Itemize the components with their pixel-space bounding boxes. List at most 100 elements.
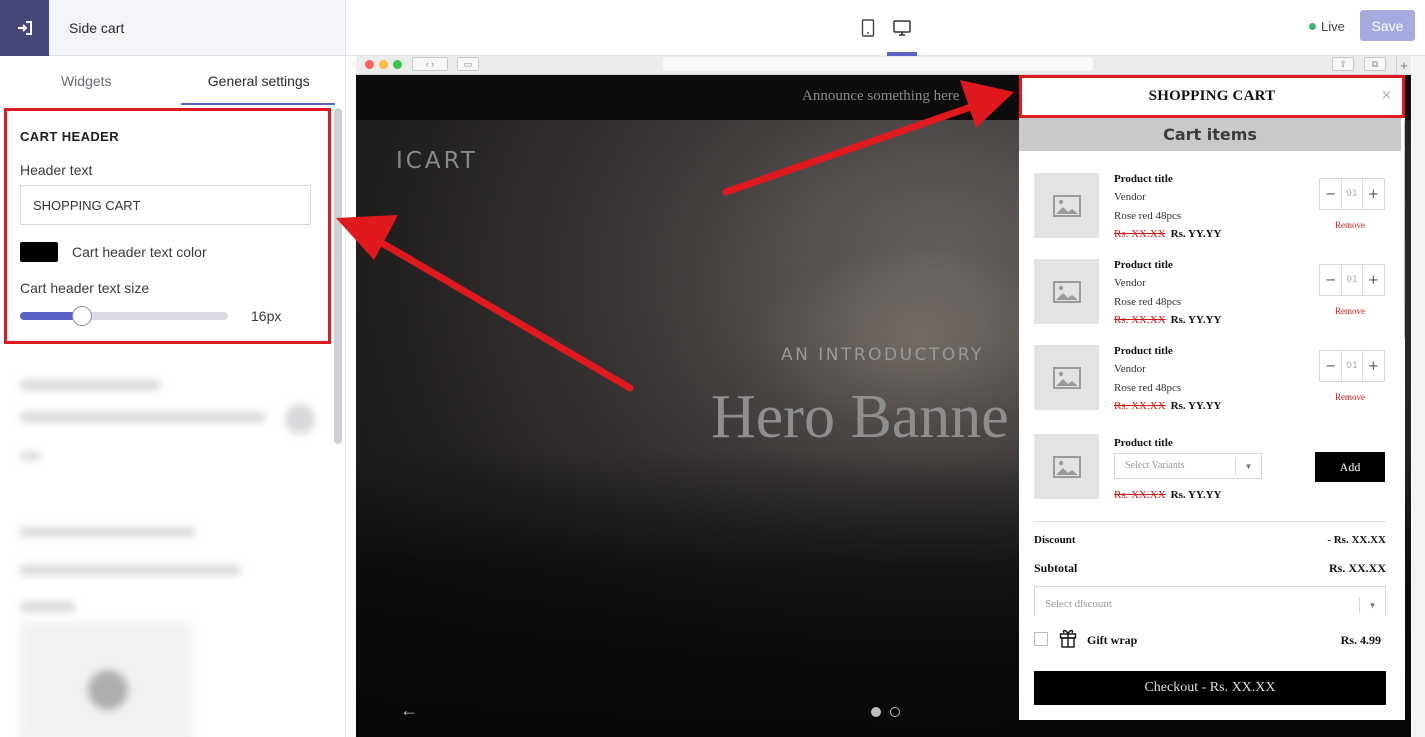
maximize-window-dot[interactable] <box>393 60 402 69</box>
settings-panel: Side cart Widgets General settings CART … <box>0 0 346 737</box>
upsell-item: Product title Select Variants ▼ Rs. XX.X… <box>1034 434 1390 501</box>
text-color-label: Cart header text color <box>72 244 207 260</box>
qty-decrease-button[interactable]: − <box>1320 179 1341 209</box>
slider-handle[interactable] <box>72 306 93 326</box>
store-logo[interactable]: ICART <box>396 148 478 174</box>
text-size-label: Cart header text size <box>20 280 150 296</box>
image-placeholder-icon <box>1052 280 1081 303</box>
live-dot <box>1309 23 1316 30</box>
discount-select-placeholder: Select discount <box>1045 598 1112 610</box>
panel-scrollbar[interactable] <box>334 108 342 444</box>
image-placeholder-icon <box>1052 194 1081 217</box>
mobile-device-icon <box>861 19 875 37</box>
sale-price: Rs. YY.YY <box>1170 228 1222 240</box>
qty-increase-button[interactable]: + <box>1363 179 1384 209</box>
qty-value[interactable]: 01 <box>1341 265 1363 295</box>
qty-value[interactable]: 01 <box>1341 179 1363 209</box>
header-text-input[interactable] <box>20 185 311 225</box>
discount-label: Discount <box>1034 534 1076 546</box>
gift-wrap-checkbox[interactable] <box>1034 632 1048 646</box>
preview-scrollbar[interactable] <box>1412 56 1425 737</box>
qty-increase-button[interactable]: + <box>1363 351 1384 381</box>
remove-item-link[interactable]: Remove <box>1335 392 1365 402</box>
live-label: Live <box>1321 19 1345 34</box>
blurred-settings <box>0 352 332 737</box>
product-vendor: Vendor <box>1114 191 1146 203</box>
address-bar[interactable] <box>663 57 1093 71</box>
compare-price: Rs. XX.XX <box>1114 314 1166 326</box>
back-button[interactable] <box>0 0 49 56</box>
compare-price: Rs. XX.XX <box>1114 400 1166 412</box>
subtotal-value: Rs. XX.XX <box>1329 561 1386 575</box>
product-vendor: Vendor <box>1114 277 1146 289</box>
product-price: Rs. XX.XX Rs. YY.YY <box>1114 228 1222 240</box>
product-price: Rs. XX.XX Rs. YY.YY <box>1114 314 1222 326</box>
product-variant: Rose red 48pcs <box>1114 296 1182 308</box>
tab-general-settings[interactable]: General settings <box>173 56 346 105</box>
slide-dot-1[interactable] <box>871 707 881 717</box>
product-thumbnail[interactable] <box>1034 345 1099 410</box>
sidebar-toggle-icon[interactable]: ▭ <box>457 57 479 71</box>
chevron-down-icon: ▼ <box>1359 597 1385 613</box>
qty-decrease-button[interactable]: − <box>1320 265 1341 295</box>
cart-items-heading: Cart items <box>1019 118 1401 151</box>
exit-icon <box>17 20 32 35</box>
close-window-dot[interactable] <box>365 60 374 69</box>
remove-item-link[interactable]: Remove <box>1335 306 1365 316</box>
product-thumbnail[interactable] <box>1034 173 1099 238</box>
cart-header: SHOPPING CART <box>1019 75 1405 118</box>
save-button[interactable]: Save <box>1360 10 1415 41</box>
product-thumbnail[interactable] <box>1034 434 1099 499</box>
cart-scrollbar[interactable] <box>1404 120 1405 340</box>
previous-slide-arrow[interactable]: ← <box>400 700 418 721</box>
cart-header-title: SHOPPING CART <box>1148 88 1276 104</box>
gift-wrap-label: Gift wrap <box>1087 633 1138 647</box>
close-icon[interactable]: × <box>1381 88 1392 103</box>
checkout-button[interactable]: Checkout - Rs. XX.XX <box>1034 671 1386 705</box>
hero-subtitle: AN INTRODUCTORY <box>781 345 984 365</box>
add-upsell-button[interactable]: Add <box>1315 452 1385 482</box>
cart-header-settings: CART HEADER Header text Cart header text… <box>4 108 331 344</box>
tabs-icon[interactable]: ⧉ <box>1364 57 1386 71</box>
tab-widgets[interactable]: Widgets <box>0 56 173 105</box>
quantity-stepper: − 01 + <box>1319 178 1385 210</box>
minimize-window-dot[interactable] <box>379 60 388 69</box>
text-color-swatch[interactable] <box>20 242 58 262</box>
product-variant: Rose red 48pcs <box>1114 382 1182 394</box>
share-icon[interactable]: ⇧ <box>1332 57 1354 71</box>
back-forward-buttons[interactable]: ‹ › <box>412 57 448 71</box>
desktop-view-button[interactable] <box>892 17 912 39</box>
product-title[interactable]: Product title <box>1114 345 1173 357</box>
qty-value[interactable]: 01 <box>1341 351 1363 381</box>
browser-chrome: ‹ › ▭ ⇧ ⧉ + <box>356 56 1411 75</box>
image-placeholder-icon <box>1052 455 1081 478</box>
remove-item-link[interactable]: Remove <box>1335 220 1365 230</box>
slide-dot-2[interactable] <box>890 707 900 717</box>
new-tab-icon[interactable]: + <box>1396 56 1411 75</box>
upsell-product-title[interactable]: Product title <box>1114 437 1173 449</box>
sale-price: Rs. YY.YY <box>1170 400 1222 412</box>
image-placeholder-icon <box>1052 366 1081 389</box>
live-status: Live <box>1309 19 1345 34</box>
compare-price: Rs. XX.XX <box>1114 228 1166 240</box>
text-size-value: 16px <box>251 308 282 324</box>
mobile-view-button[interactable] <box>858 17 878 39</box>
section-heading: CART HEADER <box>20 129 120 144</box>
panel-title: Side cart <box>69 19 125 36</box>
gift-icon <box>1059 629 1077 648</box>
qty-decrease-button[interactable]: − <box>1320 351 1341 381</box>
product-thumbnail[interactable] <box>1034 259 1099 324</box>
text-size-slider[interactable] <box>20 306 228 326</box>
qty-increase-button[interactable]: + <box>1363 265 1384 295</box>
hero-title: Hero Banne <box>711 383 1009 451</box>
text-color-row: Cart header text color <box>20 242 315 262</box>
product-price: Rs. XX.XX Rs. YY.YY <box>1114 400 1222 412</box>
variant-select-placeholder: Select Variants <box>1125 460 1185 471</box>
product-variant: Rose red 48pcs <box>1114 210 1182 222</box>
product-title[interactable]: Product title <box>1114 259 1173 271</box>
discount-value: - Rs. XX.XX <box>1327 534 1386 546</box>
product-title[interactable]: Product title <box>1114 173 1173 185</box>
discount-select[interactable]: Select discount ▼ <box>1034 586 1386 616</box>
variant-select[interactable]: Select Variants ▼ <box>1114 453 1262 479</box>
desktop-device-icon <box>893 20 911 36</box>
